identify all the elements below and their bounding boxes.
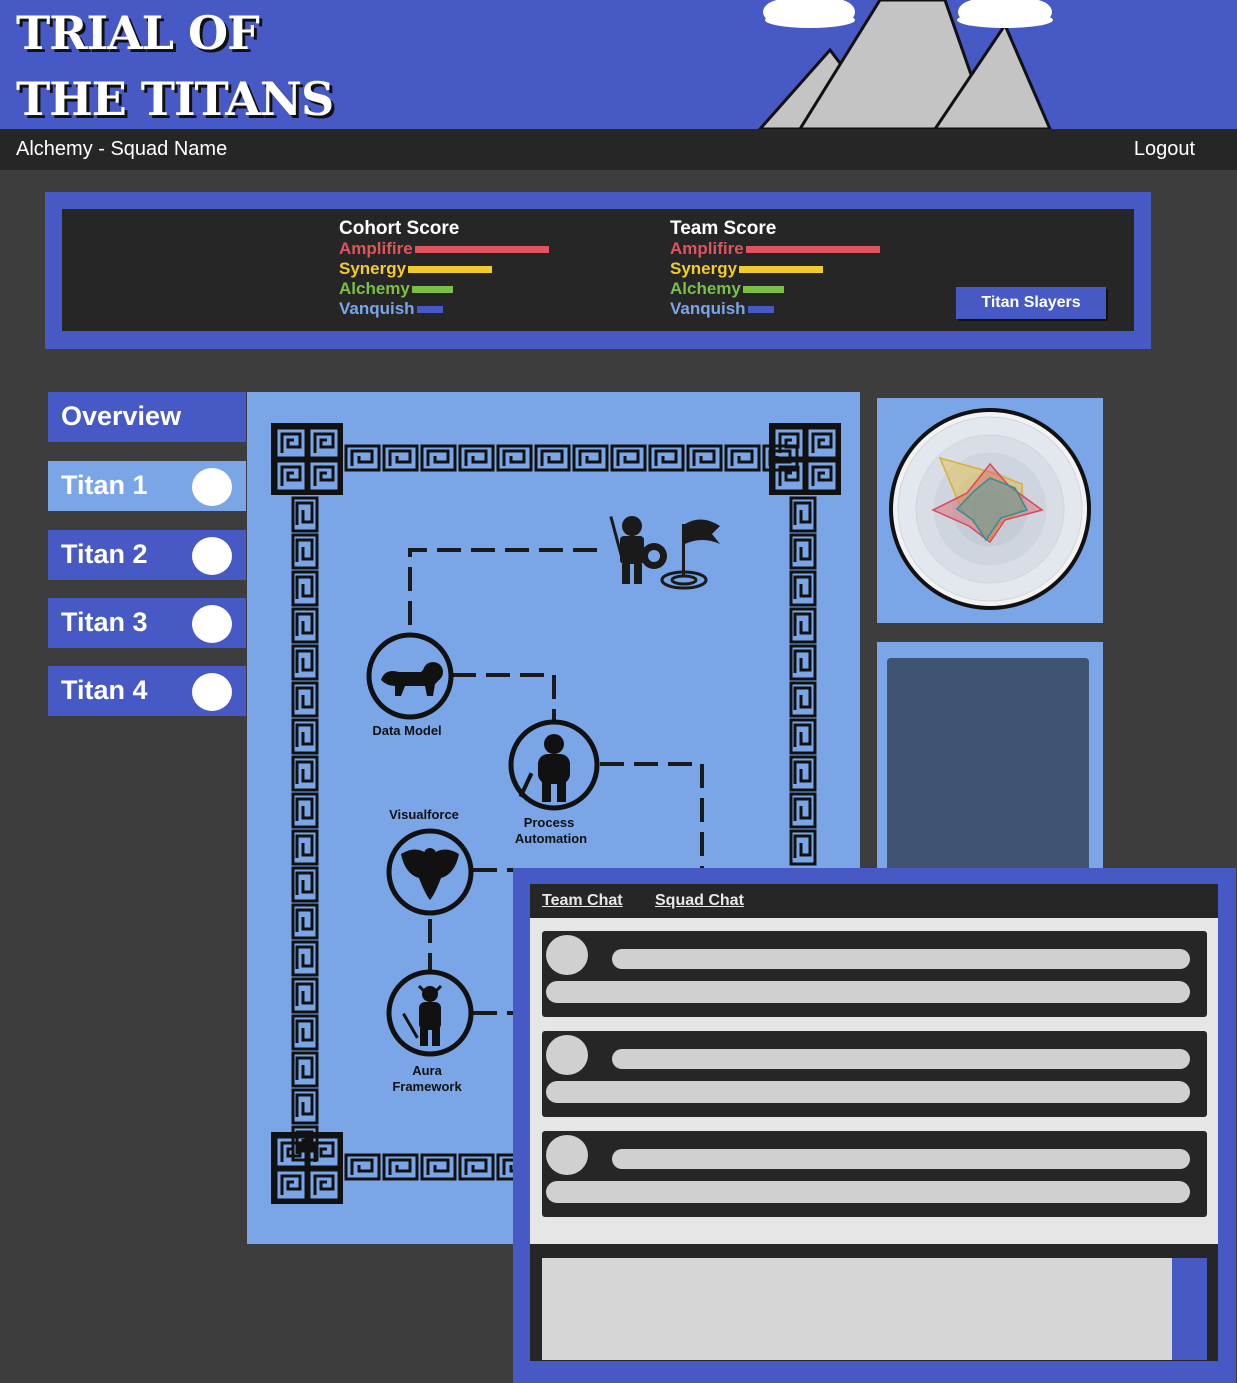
status-indicator (192, 673, 232, 711)
score-bar (416, 305, 443, 313)
squad-name-label: Alchemy - Squad Name (16, 138, 228, 160)
side-info-placeholder (887, 658, 1089, 882)
node-visualforce[interactable] (386, 828, 474, 916)
score-row: Synergy (339, 259, 549, 279)
score-label: Synergy (339, 259, 407, 278)
score-row: Synergy (670, 259, 880, 279)
cohort-score-title: Cohort Score (339, 218, 460, 239)
message-line-placeholder (612, 1049, 1190, 1069)
message-line-placeholder (546, 981, 1190, 1003)
score-bar (408, 265, 493, 273)
score-row: Amplifire (339, 239, 549, 259)
status-indicator (192, 605, 232, 643)
team-score-title: Team Score (670, 218, 777, 239)
cloud-icon (763, 0, 855, 28)
score-bar (747, 305, 774, 313)
message-list (530, 918, 1218, 1244)
nav-titan-1[interactable]: Titan 1 (48, 461, 246, 511)
score-label: Alchemy (670, 279, 741, 298)
send-button[interactable] (1172, 1258, 1207, 1360)
score-bar (414, 245, 549, 253)
node-aura-framework[interactable] (386, 969, 474, 1057)
nav-label: Overview (61, 401, 182, 431)
message-line-placeholder (612, 1149, 1190, 1169)
score-bar (745, 245, 880, 253)
team-name-button[interactable]: Titan Slayers (956, 287, 1106, 319)
message-line-placeholder (546, 1081, 1190, 1103)
list-item (542, 1031, 1207, 1117)
nav-label: Titan 4 (61, 675, 148, 705)
score-label: Vanquish (339, 299, 415, 318)
side-info-card (877, 642, 1103, 882)
list-item (542, 1131, 1207, 1217)
score-label: Vanquish (670, 299, 746, 318)
cohort-score: Cohort Score Amplifire Synergy Alchemy Vanq… (339, 219, 549, 319)
tab-team-chat[interactable]: Team Chat (542, 892, 623, 910)
score-label: Synergy (670, 259, 738, 278)
message-input[interactable] (542, 1258, 1172, 1360)
score-row: Vanquish (670, 299, 880, 319)
score-row: Alchemy (670, 279, 880, 299)
message-line-placeholder (612, 949, 1190, 969)
score-label: Alchemy (339, 279, 410, 298)
node-label-process-automation-line2: Automation (515, 831, 587, 846)
status-indicator (192, 537, 232, 575)
message-line-placeholder (546, 1181, 1190, 1203)
node-data-model[interactable] (366, 632, 454, 720)
nav-label: Titan 1 (61, 470, 148, 500)
score-row: Vanquish (339, 299, 549, 319)
node-label-aura-framework-line2: Framework (392, 1079, 462, 1094)
node-label-data-model: Data Model (372, 723, 441, 738)
top-nav-bar: Alchemy - Squad Name Logout (0, 129, 1237, 170)
status-indicator (192, 468, 232, 506)
score-panel: Cohort Score Amplifire Synergy Alchemy Vanq… (45, 192, 1151, 349)
team-score: Team Score Amplifire Synergy Alchemy Vanqui… (670, 219, 880, 319)
node-label-visualforce: Visualforce (389, 807, 459, 822)
chat-tabs: Team Chat Squad Chat (530, 884, 1218, 918)
score-bar (411, 285, 453, 293)
node-label-process-automation-line1: Process (524, 815, 575, 830)
nav-label: Titan 2 (61, 539, 148, 569)
nav-overview[interactable]: Overview (48, 392, 246, 442)
nav-titan-3[interactable]: Titan 3 (48, 598, 246, 648)
score-label: Amplifire (670, 239, 744, 258)
spartan-flag-icon (609, 516, 720, 590)
app-header: TRIAL OF THE TITANS (0, 0, 1237, 129)
radar-chart (889, 408, 1091, 610)
tab-squad-chat[interactable]: Squad Chat (655, 892, 744, 910)
app-title-line-1: TRIAL OF (16, 6, 260, 60)
mountains-illustration (757, 0, 1053, 129)
score-panel-inner: Cohort Score Amplifire Synergy Alchemy Vanq… (62, 209, 1134, 331)
node-label-aura-framework-line1: Aura (412, 1063, 442, 1078)
avatar (546, 1135, 588, 1175)
avatar (546, 935, 588, 975)
nav-label: Titan 3 (61, 607, 148, 637)
score-row: Amplifire (670, 239, 880, 259)
list-item (542, 931, 1207, 1017)
score-bar (742, 285, 784, 293)
message-composer (530, 1244, 1218, 1361)
app-title-line-2: THE TITANS (16, 72, 334, 126)
score-row: Alchemy (339, 279, 549, 299)
chat-panel: Team Chat Squad Chat (513, 868, 1236, 1383)
logout-link[interactable]: Logout (1134, 138, 1195, 161)
avatar (546, 1035, 588, 1075)
nav-titan-4[interactable]: Titan 4 (48, 666, 246, 716)
skills-radar-card (877, 398, 1103, 623)
nav-titan-2[interactable]: Titan 2 (48, 530, 246, 580)
score-bar (739, 265, 824, 273)
score-label: Amplifire (339, 239, 413, 258)
node-process-automation[interactable] (508, 719, 600, 811)
cloud-icon (957, 0, 1053, 28)
